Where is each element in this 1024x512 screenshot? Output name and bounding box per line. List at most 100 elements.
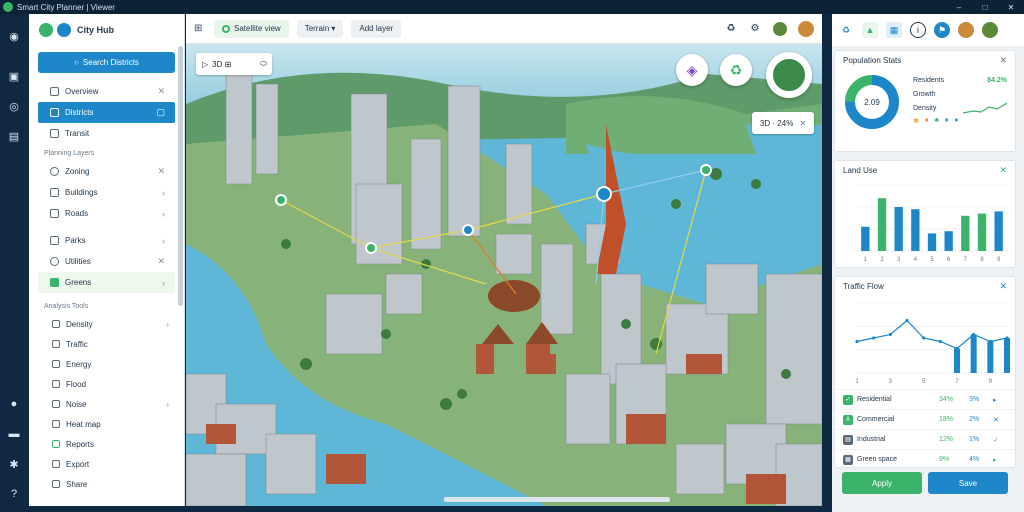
user-avatar[interactable]: [772, 20, 788, 37]
profile-avatar[interactable]: [982, 22, 998, 38]
x-tick-label: 8: [980, 257, 984, 263]
help-icon[interactable]: ?: [6, 486, 22, 502]
nav-item-parks[interactable]: Parks ›: [38, 230, 175, 251]
map-view-control[interactable]: ▷ 3D ⊞ ⬭: [196, 53, 272, 75]
maximize-button[interactable]: □: [972, 3, 998, 12]
save-button[interactable]: Save: [928, 472, 1008, 494]
nav-item-districts[interactable]: Districts ▢: [38, 102, 175, 123]
x-tick-label: 7: [955, 379, 959, 385]
tool-item[interactable]: Noise ›: [38, 394, 175, 414]
settings-icon[interactable]: ✱: [6, 456, 22, 472]
bus-icon[interactable]: ▬: [6, 426, 22, 442]
sparkline: [963, 102, 1007, 114]
zoom-readout[interactable]: 3D · 24% ✕: [752, 112, 814, 134]
recycle-icon[interactable]: ♻: [724, 22, 738, 36]
map-scrollbar[interactable]: [444, 497, 670, 502]
tool-item[interactable]: Heat map: [38, 414, 175, 434]
share-button[interactable]: ◈: [676, 54, 708, 86]
info-icon[interactable]: ●: [6, 396, 22, 412]
apply-button[interactable]: Apply: [842, 472, 922, 494]
card-title: Population Stats: [843, 55, 902, 65]
tool-item[interactable]: Traffic: [38, 334, 175, 354]
table-row[interactable]: ✓ Residential 34% 3% ▸: [835, 389, 1015, 409]
nav-item-transit[interactable]: Transit: [38, 123, 175, 144]
map-toolbar: ⊞ Satellite view Terrain ▾ Add layer ♻ ⚙: [186, 14, 822, 44]
nav-item-buildings[interactable]: Buildings ›: [38, 182, 175, 203]
tool-item[interactable]: Flood: [38, 374, 175, 394]
data-point: [905, 318, 909, 323]
grid-icon[interactable]: ⊞: [194, 23, 206, 35]
green-space-icon: ▦: [843, 454, 853, 465]
population-stats-card: Population Stats ✕ 2.09 Residents 84.2% G…: [834, 50, 1016, 152]
planner-avatar-image: [771, 57, 807, 93]
nav-item-overview[interactable]: Overview ✕: [38, 81, 175, 102]
minimize-button[interactable]: –: [946, 3, 972, 12]
data-point: [1005, 336, 1009, 340]
close-icon[interactable]: ✕: [799, 119, 806, 128]
compass-icon[interactable]: ◎: [6, 98, 22, 114]
data-point: [872, 336, 876, 340]
tool-item[interactable]: Density ›: [38, 314, 175, 334]
nav-item-greens[interactable]: Greens ›: [38, 272, 175, 293]
table-row[interactable]: ▦ Green space 9% 4% ▸: [835, 449, 1015, 469]
table-row[interactable]: ▤ Industrial 12% 1% ✓: [835, 429, 1015, 449]
bar: [861, 226, 870, 251]
tool-item[interactable]: Share: [38, 474, 175, 494]
terrain-dropdown[interactable]: Terrain ▾: [296, 19, 344, 38]
profile-avatar[interactable]: [798, 20, 814, 37]
bar: [927, 233, 937, 251]
checkbox-icon[interactable]: ▢: [156, 107, 165, 118]
chevron-right-icon: ›: [162, 235, 165, 246]
layers-icon[interactable]: ▤: [6, 128, 22, 144]
chart-icon[interactable]: ▲: [862, 22, 878, 38]
bell-icon[interactable]: ⚑: [934, 22, 950, 38]
close-icon[interactable]: ✕: [157, 166, 165, 177]
map-icon[interactable]: ▣: [6, 68, 22, 84]
close-button[interactable]: ✕: [998, 3, 1024, 12]
traffic-flow-card: Traffic Flow ✕ 1 3 5 7 9 ✓ Residential 34% 3% ▸ …: [834, 276, 1016, 468]
info-icon[interactable]: i: [910, 22, 926, 38]
close-icon[interactable]: ✕: [999, 55, 1007, 66]
chevron-right-icon: ›: [162, 208, 165, 219]
tool-item[interactable]: Export: [38, 454, 175, 474]
layers-panel: City Hub ○ Search Districts Overview ✕ D…: [29, 14, 185, 506]
recycle-button[interactable]: ♻: [720, 54, 752, 86]
grid-icon[interactable]: ▦: [886, 22, 902, 38]
city-map[interactable]: [186, 44, 822, 506]
nav-item-roads[interactable]: Roads ›: [38, 203, 175, 224]
settings-icon[interactable]: ⚙: [748, 22, 762, 36]
x-tick-label: 9: [989, 379, 993, 385]
planner-avatar[interactable]: [766, 52, 812, 98]
close-icon[interactable]: ✕: [999, 281, 1007, 292]
window-titlebar: Smart City Planner | Viewer – □ ✕: [0, 0, 1024, 14]
left-panel-scrollbar[interactable]: [178, 46, 183, 306]
nav-item-zoning[interactable]: Zoning ✕: [38, 161, 175, 182]
data-point: [938, 339, 942, 344]
tool-item[interactable]: Energy: [38, 354, 175, 374]
tool-item[interactable]: Reports: [38, 434, 175, 454]
x-tick-label: 2: [880, 257, 884, 263]
table-row[interactable]: A Commercial 18% 2% ✕: [835, 409, 1015, 429]
recycle-icon[interactable]: ♻: [838, 22, 854, 38]
energy-icon: [52, 360, 60, 368]
bar: [994, 211, 1003, 251]
x-tick-label: 3: [889, 379, 893, 385]
reports-icon: [52, 440, 60, 448]
x-tick-label: 1: [864, 257, 868, 263]
add-layer-button[interactable]: Add layer: [351, 19, 402, 38]
user-avatar[interactable]: [958, 22, 974, 38]
section-planning-layers: Planning Layers: [44, 150, 95, 157]
close-icon[interactable]: ✕: [157, 256, 165, 267]
satellite-icon: [222, 24, 230, 33]
globe-icon[interactable]: ◉: [6, 28, 22, 44]
brand-name: City Hub: [77, 25, 114, 35]
nav-item-utilities[interactable]: Utilities ✕: [38, 251, 175, 272]
close-icon[interactable]: ✕: [999, 165, 1007, 176]
satellite-view-button[interactable]: Satellite view: [214, 19, 289, 38]
close-icon[interactable]: ✕: [157, 86, 165, 97]
buildings-icon: [50, 188, 59, 197]
flood-icon: [52, 380, 60, 388]
window-title: Smart City Planner | Viewer: [17, 2, 115, 12]
search-label: Search Districts: [82, 58, 139, 67]
search-districts-button[interactable]: ○ Search Districts: [38, 52, 175, 73]
